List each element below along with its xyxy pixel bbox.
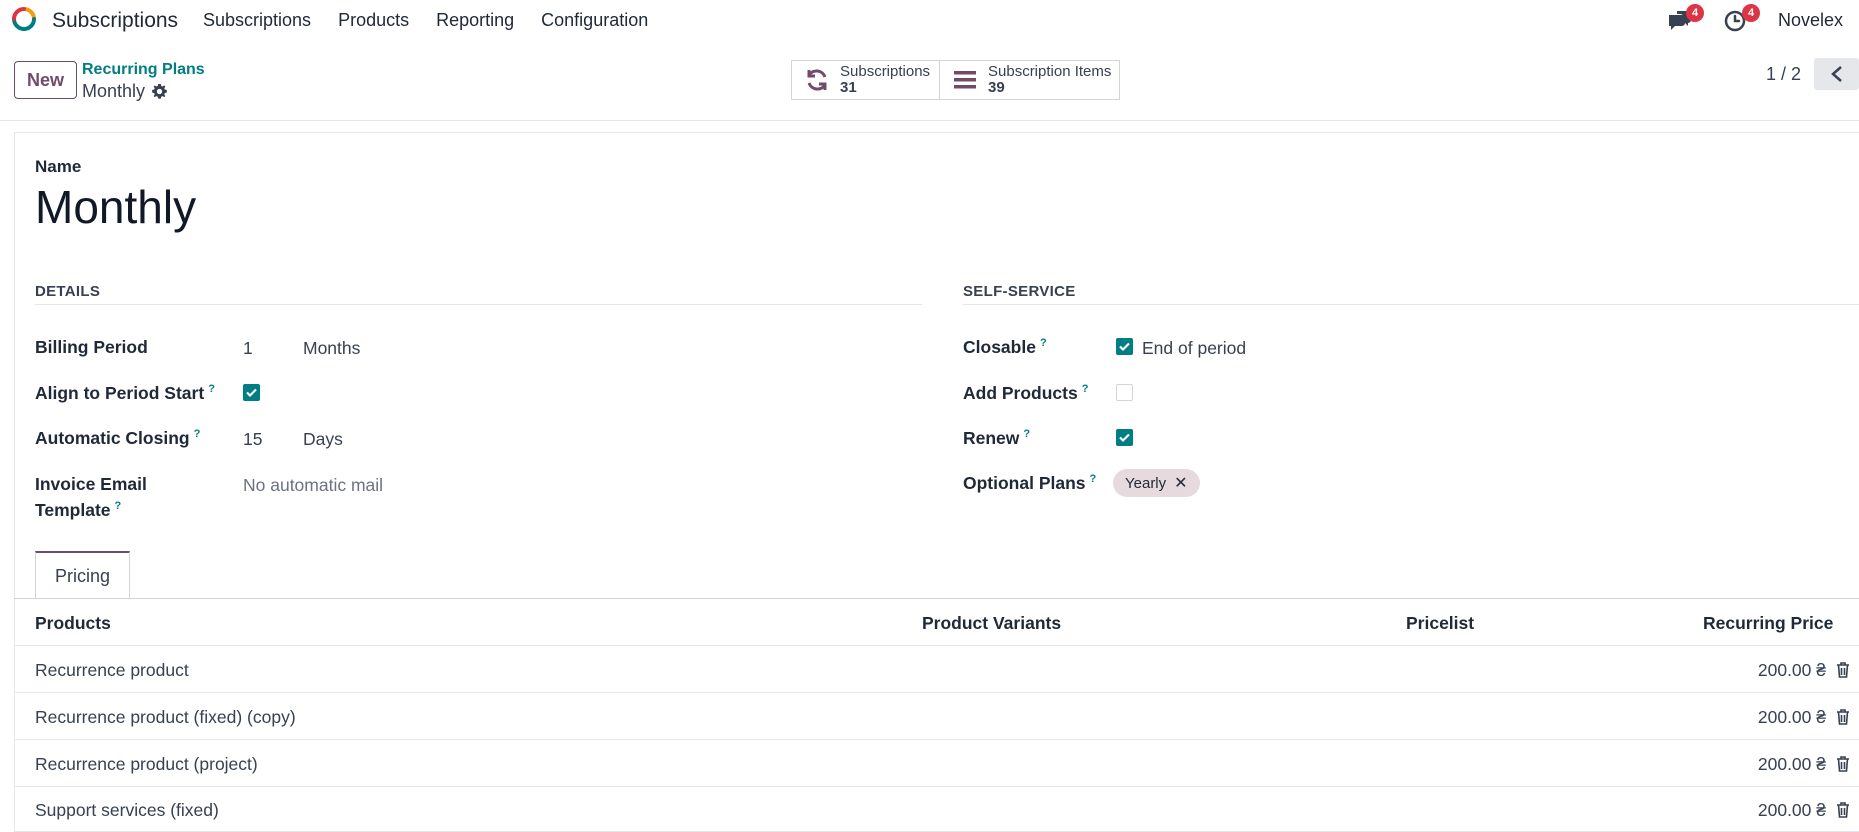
activities-badge: 4 <box>1742 4 1760 22</box>
align-period-checkbox[interactable] <box>243 384 260 401</box>
menu-products[interactable]: Products <box>338 10 409 31</box>
table-row-price[interactable]: 200.00 ₴ <box>1686 660 1826 681</box>
messages-badge: 4 <box>1686 4 1704 22</box>
column-header-products[interactable]: Products <box>35 613 111 634</box>
breadcrumb-current-record: Monthly <box>82 81 146 101</box>
main-menu: Subscriptions Products Reporting Configu… <box>203 10 675 31</box>
column-header-product-variants[interactable]: Product Variants <box>922 613 1061 634</box>
menu-subscriptions[interactable]: Subscriptions <box>203 10 311 31</box>
add-products-checkbox[interactable] <box>1116 384 1133 401</box>
help-tooltip-icon[interactable]: ? <box>194 428 201 440</box>
table-row-product[interactable]: Recurrence product <box>35 660 189 681</box>
table-row-line <box>14 786 1859 787</box>
help-tooltip-icon[interactable]: ? <box>1082 383 1089 395</box>
gear-icon[interactable] <box>151 83 168 100</box>
renew-checkbox[interactable] <box>1116 429 1133 446</box>
checkmark-icon <box>1119 342 1130 352</box>
table-row-price[interactable]: 200.00 ₴ <box>1686 800 1826 821</box>
table-row-line <box>14 739 1859 740</box>
list-icon <box>954 71 976 89</box>
invoice-template-label: Template? <box>35 500 122 520</box>
optional-plan-tag[interactable]: Yearly ✕ <box>1113 469 1200 497</box>
remove-tag-icon[interactable]: ✕ <box>1174 473 1187 493</box>
trash-icon[interactable] <box>1836 756 1850 772</box>
subscriptions-smart-button[interactable]: Subscriptions 31 <box>791 60 940 100</box>
tag-label: Yearly <box>1125 474 1167 492</box>
closable-label: Closable? <box>963 337 1047 357</box>
menu-reporting[interactable]: Reporting <box>436 10 514 31</box>
refresh-icon <box>807 69 827 91</box>
details-section-title: DETAILS <box>35 283 101 300</box>
messages-button-wrap[interactable]: 4 <box>1668 4 1704 32</box>
self-service-section-title: SELF-SERVICE <box>963 283 1076 300</box>
breadcrumb-recurring-plans[interactable]: Recurring Plans <box>82 61 205 79</box>
table-row-product[interactable]: Recurrence product (fixed) (copy) <box>35 707 296 728</box>
control-panel-divider <box>0 120 1859 121</box>
automatic-closing-unit[interactable]: Days <box>303 429 343 450</box>
chevron-left-icon <box>1831 66 1842 82</box>
trash-icon[interactable] <box>1836 662 1850 678</box>
help-tooltip-icon[interactable]: ? <box>208 383 215 395</box>
column-header-pricelist[interactable]: Pricelist <box>1406 613 1474 634</box>
table-row-product[interactable]: Support services (fixed) <box>35 800 219 821</box>
billing-period-unit[interactable]: Months <box>303 338 360 359</box>
menu-configuration[interactable]: Configuration <box>541 10 648 31</box>
smart-button-label: Subscription Items <box>988 63 1112 80</box>
smart-button-label: Subscriptions <box>840 63 931 80</box>
help-tooltip-icon[interactable]: ? <box>1023 428 1030 440</box>
invoice-template-field[interactable]: No automatic mail <box>243 475 383 496</box>
column-header-recurring-price[interactable]: Recurring Price <box>1703 613 1833 634</box>
help-tooltip-icon[interactable]: ? <box>1090 473 1097 485</box>
add-products-label: Add Products? <box>963 383 1089 403</box>
subscription-items-smart-button[interactable]: Subscription Items 39 <box>939 60 1120 100</box>
table-row-price[interactable]: 200.00 ₴ <box>1686 754 1826 775</box>
new-button[interactable]: New <box>14 61 77 99</box>
billing-period-value[interactable]: 1 <box>243 338 253 359</box>
table-row-line <box>14 692 1859 693</box>
renew-label: Renew? <box>963 428 1031 448</box>
closable-checkbox[interactable] <box>1116 338 1133 355</box>
plan-name-field[interactable]: Monthly <box>35 180 196 234</box>
tab-pricing[interactable]: Pricing <box>35 551 130 599</box>
optional-plans-label: Optional Plans? <box>963 473 1097 493</box>
tab-bar-line <box>14 598 1859 599</box>
closable-option-label[interactable]: End of period <box>1142 338 1246 359</box>
billing-period-label: Billing Period <box>35 337 148 357</box>
pager-value[interactable]: 1 / 2 <box>1766 64 1801 85</box>
app-logo-icon[interactable] <box>12 7 36 31</box>
align-period-label: Align to Period Start? <box>35 383 215 403</box>
app-name[interactable]: Subscriptions <box>52 9 178 33</box>
automatic-closing-label: Automatic Closing? <box>35 428 201 448</box>
table-row-product[interactable]: Recurrence product (project) <box>35 754 258 775</box>
invoice-email-label: Invoice Email <box>35 474 147 494</box>
automatic-closing-value[interactable]: 15 <box>243 429 262 450</box>
self-service-separator <box>963 304 1859 305</box>
checkmark-icon <box>1119 433 1130 443</box>
details-separator <box>35 304 922 305</box>
top-navbar: Subscriptions Subscriptions Products Rep… <box>0 0 1859 36</box>
checkmark-icon <box>246 388 257 398</box>
smart-button-count: 31 <box>840 79 857 96</box>
help-tooltip-icon[interactable]: ? <box>1040 337 1047 349</box>
activities-button[interactable]: 4 <box>1724 4 1760 32</box>
company-switcher[interactable]: Novelex <box>1778 10 1843 31</box>
trash-icon[interactable] <box>1836 709 1850 725</box>
help-tooltip-icon[interactable]: ? <box>115 500 122 512</box>
name-label: Name <box>35 157 82 176</box>
pager-previous-button[interactable] <box>1814 58 1859 90</box>
table-row-price[interactable]: 200.00 ₴ <box>1686 707 1826 728</box>
smart-button-count: 39 <box>988 79 1005 96</box>
table-header-line <box>14 645 1859 646</box>
trash-icon[interactable] <box>1836 802 1850 818</box>
